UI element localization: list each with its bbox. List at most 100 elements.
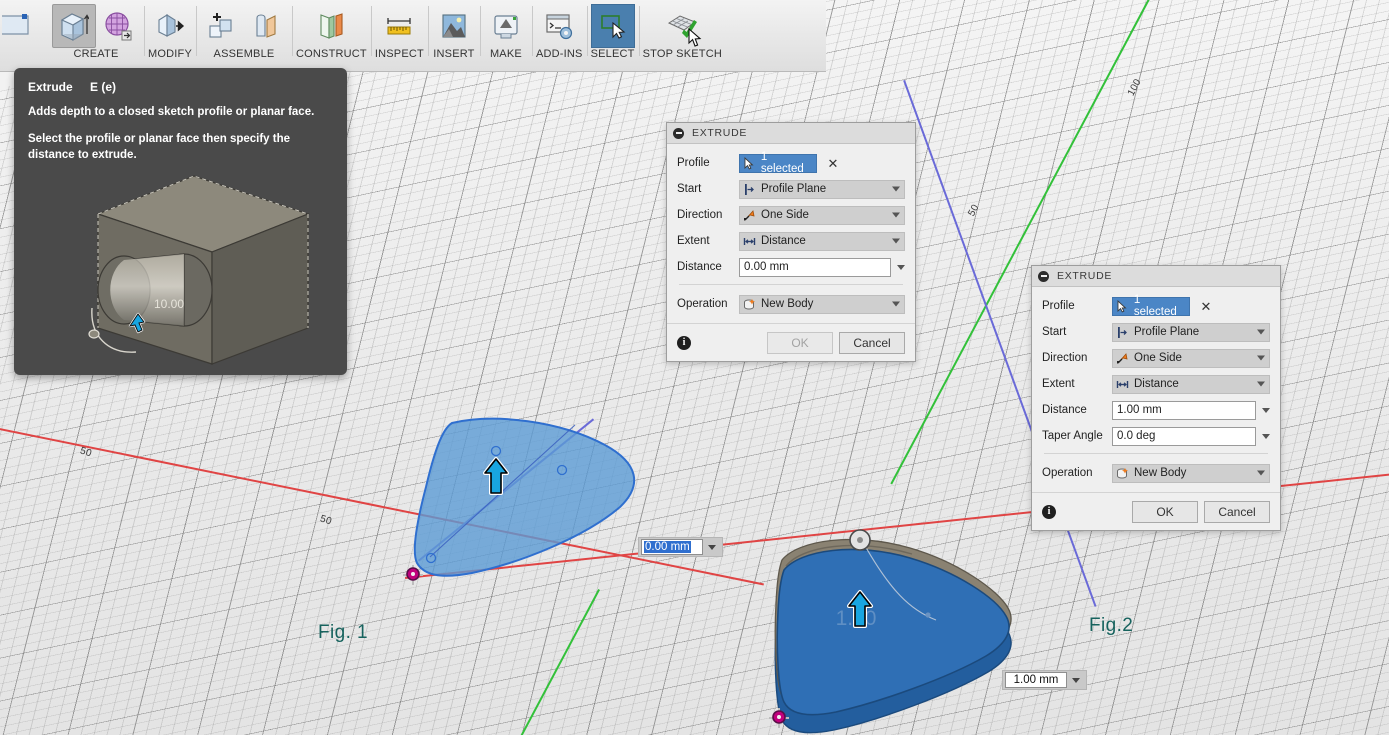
- toolbar-group-label[interactable]: INSERT: [433, 48, 474, 64]
- value-input[interactable]: 1.00 mm: [1005, 672, 1067, 688]
- toolbar-group-create[interactable]: CREATE: [48, 0, 144, 72]
- sketch-profile-fig1[interactable]: [400, 415, 660, 580]
- extrude-direction-arrow-fig1[interactable]: [480, 455, 512, 499]
- ok-button-1[interactable]: OK: [767, 331, 833, 354]
- dialog2-row-distance[interactable]: Distance 1.00 mm: [1042, 399, 1270, 421]
- extrude-direction-arrow-fig2[interactable]: [844, 588, 876, 632]
- info-icon[interactable]: i: [1042, 504, 1056, 519]
- toolbar-group-label[interactable]: ASSEMBLE: [214, 48, 275, 64]
- stop-sketch-icon[interactable]: [660, 4, 704, 48]
- joint-icon[interactable]: [244, 4, 288, 48]
- rotate-handle-center: [857, 537, 863, 543]
- collapse-icon[interactable]: [673, 127, 684, 139]
- 3d-print-icon[interactable]: [484, 4, 528, 48]
- chevron-down-icon[interactable]: [1257, 381, 1265, 387]
- toolbar-group-label[interactable]: MODIFY: [148, 48, 192, 64]
- dialog1-row-distance[interactable]: Distance 0.00 mm: [677, 256, 905, 278]
- sketch-plane-icon-partial[interactable]: [0, 4, 44, 48]
- dialog2-row-extent[interactable]: Extent Distance: [1042, 373, 1270, 395]
- spinner-caret-icon[interactable]: [1262, 433, 1270, 439]
- direction-dropdown[interactable]: One Side: [739, 205, 905, 225]
- profile-plane-icon: [745, 183, 754, 195]
- ribbon-toolbar[interactable]: CREATE MODIFY ASSEMBLE CONSTRUCT INSPECT INSE…: [0, 0, 826, 72]
- toolbar-group-insert[interactable]: INSERT: [427, 0, 480, 72]
- extrude-icon[interactable]: [52, 4, 96, 48]
- extrude-dialog-2-header[interactable]: EXTRUDE: [1032, 266, 1280, 287]
- selection-count-text: 1 selected: [760, 151, 804, 175]
- toolbar-group-stop-sketch[interactable]: STOP SKETCH: [638, 0, 726, 72]
- divider: [1044, 453, 1268, 454]
- chevron-down-icon[interactable]: [1257, 329, 1265, 335]
- toolbar-group-label[interactable]: CONSTRUCT: [296, 48, 367, 64]
- toolbar-group-label[interactable]: STOP SKETCH: [643, 48, 722, 64]
- extruded-body-fig2[interactable]: 1.00: [760, 520, 1035, 735]
- press-pull-icon[interactable]: [148, 4, 192, 48]
- start-dropdown[interactable]: Profile Plane: [1112, 322, 1270, 342]
- value-input[interactable]: 0.00 mm: [641, 539, 703, 555]
- chevron-down-icon[interactable]: [892, 238, 900, 244]
- operation-row-2[interactable]: Operation New Body: [1042, 462, 1270, 484]
- spinner-caret-icon[interactable]: [897, 264, 905, 270]
- dialog2-row-taper-angle[interactable]: Taper Angle 0.0 deg: [1042, 425, 1270, 447]
- extrude-dialog-1[interactable]: EXTRUDE Profile 1 selected ✕ Start Profile P…: [666, 122, 916, 362]
- direction-dropdown[interactable]: One Side: [1112, 348, 1270, 368]
- chevron-down-icon[interactable]: [892, 301, 900, 307]
- dialog2-row-start[interactable]: Start Profile Plane: [1042, 321, 1270, 343]
- toolbar-group-inspect[interactable]: INSPECT: [370, 0, 428, 72]
- distance-input[interactable]: 0.00 mm: [739, 257, 891, 277]
- taper-angle-input[interactable]: 0.0 deg: [1112, 426, 1256, 446]
- toolbar-group-make[interactable]: MAKE: [479, 0, 532, 72]
- cancel-button-2[interactable]: Cancel: [1204, 500, 1270, 523]
- dialog1-row-extent[interactable]: Extent Distance: [677, 230, 905, 252]
- start-dropdown[interactable]: Profile Plane: [739, 179, 905, 199]
- distance-manipulator-value-1[interactable]: 0.00 mm: [638, 537, 723, 557]
- info-icon[interactable]: i: [677, 335, 691, 350]
- toolbar-group-add-ins[interactable]: ADD-INS: [531, 0, 587, 72]
- create-form-icon[interactable]: [96, 4, 140, 48]
- extrude-dialog-1-header[interactable]: EXTRUDE: [667, 123, 915, 144]
- distance-input[interactable]: 1.00 mm: [1112, 400, 1256, 420]
- spinner-caret-icon[interactable]: [1262, 407, 1270, 413]
- chevron-down-icon[interactable]: [1257, 470, 1265, 476]
- toolbar-group-label[interactable]: ADD-INS: [536, 48, 583, 64]
- dialog1-row-start[interactable]: Start Profile Plane: [677, 178, 905, 200]
- extent-dropdown[interactable]: Distance: [739, 231, 905, 251]
- dialog1-row-direction[interactable]: Direction One Side: [677, 204, 905, 226]
- clear-selection-icon[interactable]: ✕: [1198, 300, 1214, 313]
- toolbar-group-construct[interactable]: CONSTRUCT: [292, 0, 371, 72]
- spinner-caret-icon[interactable]: [708, 544, 716, 550]
- operation-dropdown[interactable]: New Body: [1112, 463, 1270, 483]
- extrude-dialog-2[interactable]: EXTRUDE Profile 1 selected ✕ Start Profile P…: [1031, 265, 1281, 531]
- ok-button-2[interactable]: OK: [1132, 500, 1198, 523]
- operation-dropdown[interactable]: New Body: [739, 294, 905, 314]
- cancel-button-1[interactable]: Cancel: [839, 331, 905, 354]
- toolbar-group-label[interactable]: INSPECT: [375, 48, 424, 64]
- scripts-addins-icon[interactable]: [537, 4, 581, 48]
- extent-dropdown[interactable]: Distance: [1112, 374, 1270, 394]
- profile-selection-chip[interactable]: 1 selected: [1112, 294, 1190, 318]
- chevron-down-icon[interactable]: [1257, 355, 1265, 361]
- dialog1-row-profile[interactable]: Profile 1 selected ✕: [677, 151, 905, 175]
- chevron-down-icon[interactable]: [892, 212, 900, 218]
- toolbar-group-modify[interactable]: MODIFY: [144, 0, 196, 72]
- toolbar-group-label[interactable]: SELECT: [591, 48, 635, 64]
- measure-icon[interactable]: [377, 4, 421, 48]
- clear-selection-icon[interactable]: ✕: [825, 157, 841, 170]
- distance-manipulator-value-2[interactable]: 1.00 mm: [1002, 670, 1087, 690]
- chevron-down-icon[interactable]: [892, 186, 900, 192]
- offset-plane-icon[interactable]: [309, 4, 353, 48]
- toolbar-group-select[interactable]: SELECT: [586, 0, 639, 72]
- value-text: 0.00 mm: [644, 541, 691, 553]
- toolbar-group-label[interactable]: MAKE: [490, 48, 522, 64]
- insert-image-icon[interactable]: [432, 4, 476, 48]
- operation-row-1[interactable]: Operation New Body: [677, 293, 905, 315]
- toolbar-group-assemble[interactable]: ASSEMBLE: [196, 0, 292, 72]
- dialog2-row-profile[interactable]: Profile 1 selected ✕: [1042, 294, 1270, 318]
- new-component-icon[interactable]: [200, 4, 244, 48]
- select-window-icon[interactable]: [590, 4, 635, 48]
- toolbar-group-label[interactable]: CREATE: [73, 48, 118, 64]
- collapse-icon[interactable]: [1038, 270, 1049, 282]
- profile-selection-chip[interactable]: 1 selected: [739, 151, 817, 175]
- spinner-caret-icon[interactable]: [1072, 677, 1080, 683]
- dialog2-row-direction[interactable]: Direction One Side: [1042, 347, 1270, 369]
